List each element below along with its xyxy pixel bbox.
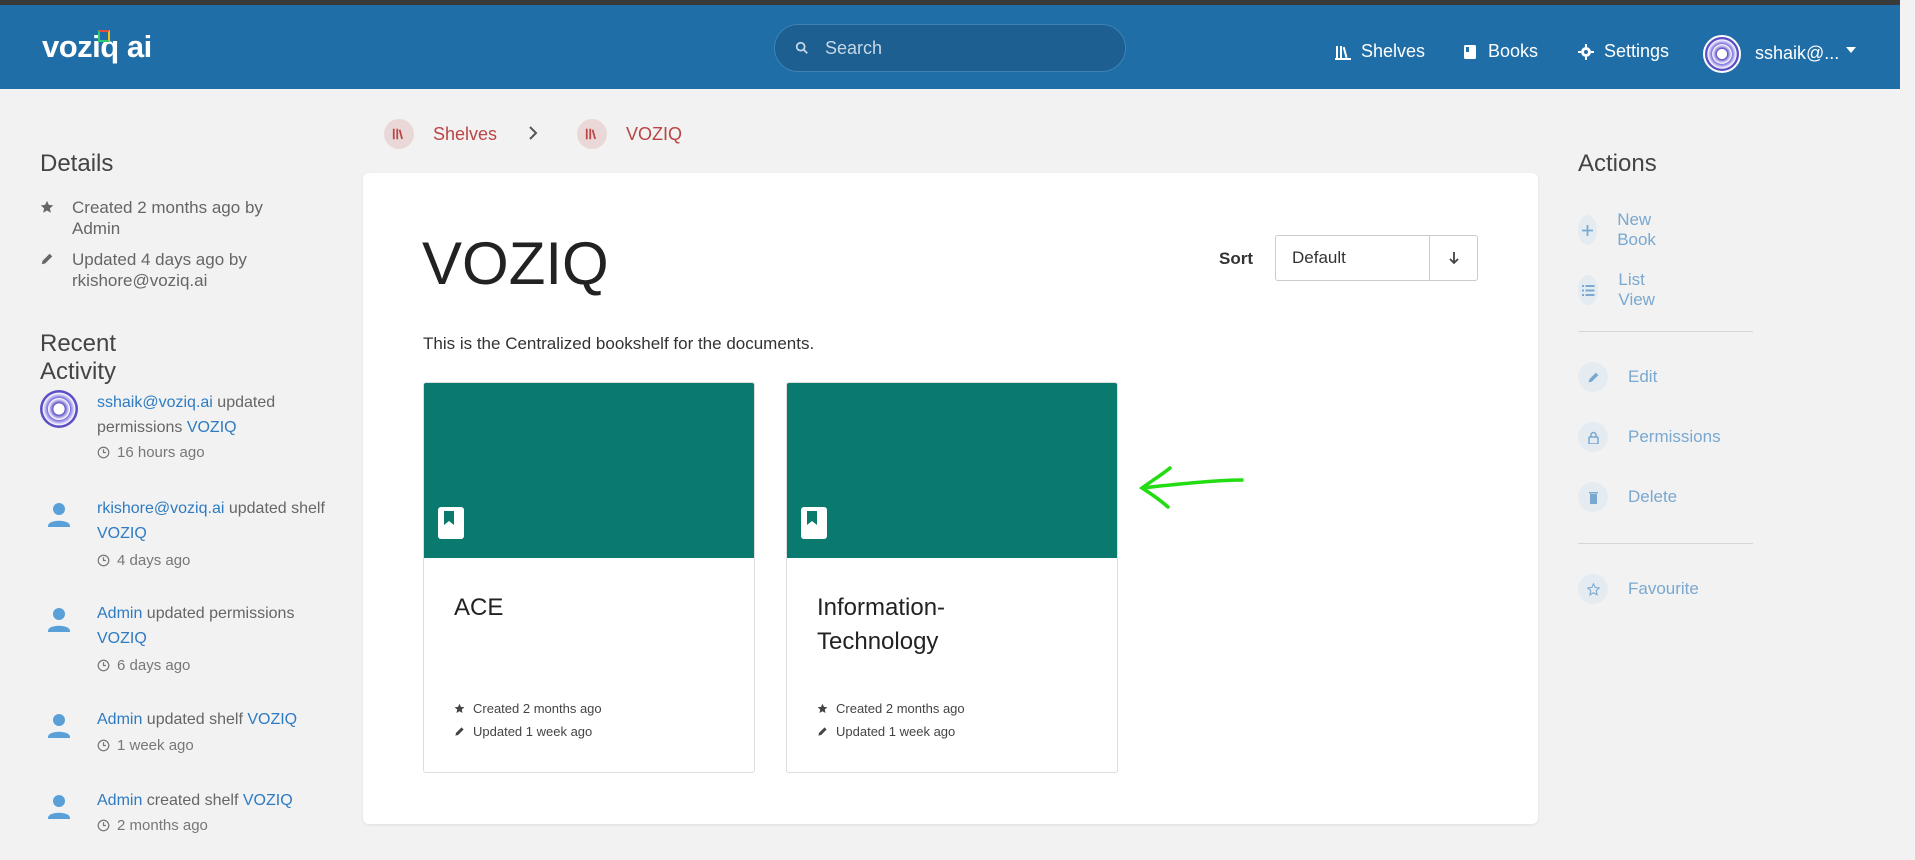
pencil-icon: [41, 253, 53, 265]
user-icon: [48, 795, 70, 819]
clock-icon: [97, 739, 110, 752]
chevron-right-icon: [527, 121, 539, 147]
nav-shelves-label: Shelves: [1361, 41, 1426, 61]
top-header: voziq ai Shelves Books Settings sshaik@.…: [0, 5, 1900, 89]
shelves-icon: [392, 128, 403, 140]
activity-target-link[interactable]: VOZIQ: [187, 419, 237, 436]
nav-shelves[interactable]: Shelves: [1335, 41, 1425, 62]
star-icon: [454, 703, 465, 713]
activity-target-link[interactable]: VOZIQ: [97, 525, 147, 542]
plus-icon: [1582, 224, 1594, 236]
activity-user-link[interactable]: rkishore@voziq.ai: [97, 500, 224, 517]
bookmark-icon: [438, 507, 464, 539]
edit-button[interactable]: Edit: [1578, 362, 1657, 392]
logo[interactable]: voziq ai: [42, 29, 152, 65]
pencil-icon: [1588, 372, 1598, 382]
list-view-button[interactable]: List View: [1578, 270, 1665, 310]
arrow-down-icon: [1448, 252, 1459, 265]
book-card-information-technology[interactable]: Information- Technology Created 2 months…: [786, 382, 1118, 773]
clock-icon: [97, 659, 110, 672]
user-menu-name[interactable]: sshaik@...: [1755, 43, 1839, 64]
star-icon: [40, 200, 54, 213]
activity-user-link[interactable]: Admin: [97, 605, 142, 622]
search-input[interactable]: [825, 37, 1105, 59]
bookmark-icon: [801, 507, 827, 539]
detail-updated: Updated 4 days ago by rkishore@voziq.ai: [40, 249, 300, 291]
list-icon: [1581, 284, 1595, 296]
clock-icon: [97, 446, 110, 459]
activity-user-link[interactable]: sshaik@voziq.ai: [97, 394, 213, 411]
book-title: ACE: [454, 594, 504, 621]
activity-user-link[interactable]: Admin: [97, 711, 142, 728]
nav-settings-label: Settings: [1604, 41, 1670, 61]
clock-icon: [97, 819, 110, 832]
breadcrumb-current[interactable]: VOZIQ: [577, 119, 682, 149]
search-icon: [795, 41, 808, 54]
details-heading: Details: [40, 150, 114, 177]
activity-target-link[interactable]: VOZIQ: [243, 792, 293, 809]
shelf-content-card: VOZIQ Sort Default This is the Centraliz…: [363, 173, 1538, 824]
page-title: VOZIQ: [422, 230, 609, 297]
nav-books[interactable]: Books: [1462, 41, 1538, 62]
actions-heading: Actions: [1578, 150, 1657, 177]
breadcrumb-shelves[interactable]: Shelves: [384, 119, 497, 149]
clock-icon: [97, 554, 110, 567]
user-avatar[interactable]: [1703, 35, 1741, 73]
activity-user-link[interactable]: Admin: [97, 792, 142, 809]
sort-label: Sort: [1219, 249, 1253, 268]
activity-target-link[interactable]: VOZIQ: [97, 630, 147, 647]
user-icon: [48, 503, 70, 527]
divider: [1578, 543, 1753, 544]
book-icon: [1464, 44, 1476, 59]
permissions-button[interactable]: Permissions: [1578, 422, 1721, 452]
annotation-arrow-icon: [1138, 466, 1244, 509]
sort-direction-button[interactable]: [1429, 235, 1478, 281]
user-icon: [48, 714, 70, 738]
book-title: Information- Technology: [817, 594, 946, 655]
activity-target-link[interactable]: VOZIQ: [247, 711, 297, 728]
favourite-button[interactable]: Favourite: [1578, 574, 1699, 604]
star-icon: [817, 703, 828, 713]
pencil-icon: [455, 727, 464, 736]
nav-settings[interactable]: Settings: [1578, 41, 1669, 62]
shelves-icon: [585, 128, 597, 140]
book-cover: [787, 383, 1117, 558]
trash-icon: [1588, 491, 1598, 504]
breadcrumb: Shelves VOZIQ: [384, 118, 682, 150]
recent-activity-heading: Recent Activity: [40, 330, 117, 385]
logo-mark-icon: [98, 30, 110, 42]
gear-icon: [1578, 43, 1594, 60]
avatar: [40, 390, 78, 428]
sort-select[interactable]: Default: [1275, 235, 1429, 281]
new-book-button[interactable]: New Book: [1578, 210, 1667, 250]
caret-down-icon[interactable]: [1846, 47, 1856, 53]
shelves-icon: [1335, 45, 1351, 60]
search-bar[interactable]: [774, 24, 1126, 72]
user-icon: [48, 608, 70, 632]
right-gutter: [1900, 0, 1915, 860]
book-card-ace[interactable]: ACE Created 2 months ago Updated 1 week …: [423, 382, 755, 773]
detail-created: Created 2 months ago by Admin: [40, 197, 300, 239]
star-outline-icon: [1586, 582, 1600, 596]
shelf-description: This is the Centralized bookshelf for th…: [423, 334, 815, 353]
divider: [1578, 331, 1753, 332]
delete-button[interactable]: Delete: [1578, 482, 1677, 512]
pencil-icon: [818, 727, 827, 736]
lock-icon: [1587, 431, 1599, 444]
nav-books-label: Books: [1488, 41, 1539, 61]
book-cover: [424, 383, 754, 558]
